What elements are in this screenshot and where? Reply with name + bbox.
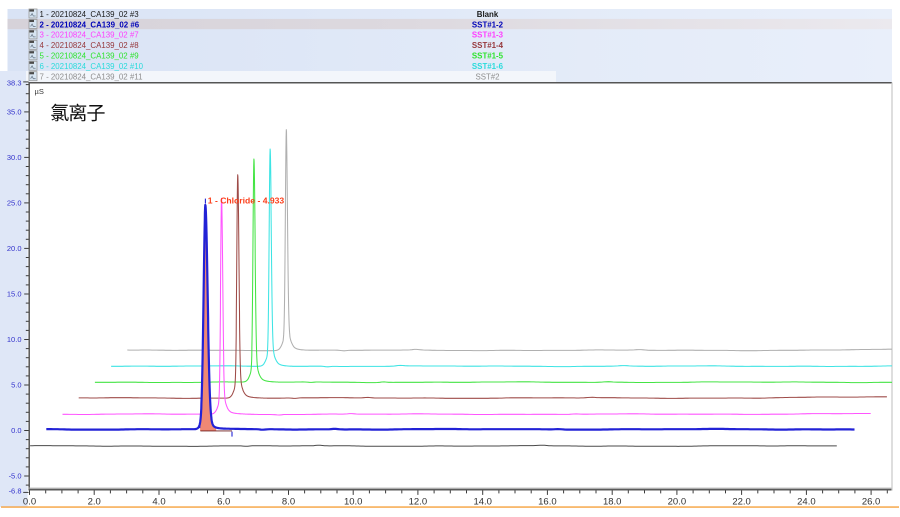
svg-text:18.0: 18.0: [603, 497, 622, 508]
svg-text:2.0: 2.0: [88, 497, 101, 508]
svg-text:7 - 20210824_CA139_02 #11: 7 - 20210824_CA139_02 #11: [40, 73, 143, 82]
svg-text:26.0: 26.0: [862, 497, 881, 508]
svg-text:SST#2: SST#2: [475, 73, 499, 82]
svg-text:SST#1-6: SST#1-6: [472, 62, 504, 71]
svg-text:12.0: 12.0: [409, 497, 428, 508]
svg-text:6 - 20210824_CA139_02 #10: 6 - 20210824_CA139_02 #10: [40, 62, 144, 71]
svg-text:SST#1-4: SST#1-4: [472, 41, 504, 50]
svg-text:10.0: 10.0: [7, 335, 22, 344]
svg-text:24.0: 24.0: [797, 497, 816, 508]
svg-text:14.0: 14.0: [473, 497, 492, 508]
svg-text:15.0: 15.0: [7, 290, 22, 299]
svg-text:4.0: 4.0: [152, 497, 165, 508]
svg-text:10.0: 10.0: [344, 497, 363, 508]
svg-text:20.0: 20.0: [668, 497, 687, 508]
svg-text:30.0: 30.0: [7, 153, 22, 162]
svg-text:35.0: 35.0: [7, 107, 22, 116]
svg-text:16.0: 16.0: [538, 497, 557, 508]
svg-text:0.0: 0.0: [11, 426, 21, 435]
svg-text:25.0: 25.0: [7, 198, 22, 207]
svg-text:5 - 20210824_CA139_02 #9: 5 - 20210824_CA139_02 #9: [40, 52, 140, 61]
svg-text:38.3: 38.3: [7, 78, 22, 87]
svg-text:8.0: 8.0: [282, 497, 295, 508]
svg-text:0.0: 0.0: [23, 497, 36, 508]
svg-text:22.0: 22.0: [732, 497, 751, 508]
svg-text:1 - 20210824_CA139_02 #3: 1 - 20210824_CA139_02 #3: [40, 10, 140, 19]
svg-text:SST#1-3: SST#1-3: [472, 31, 504, 40]
svg-text:5.0: 5.0: [11, 381, 21, 390]
svg-text:SST#1-5: SST#1-5: [472, 52, 504, 61]
svg-text:µS: µS: [35, 87, 44, 96]
svg-text:3 - 20210824_CA139_02 #7: 3 - 20210824_CA139_02 #7: [40, 31, 139, 40]
svg-text:-5.0: -5.0: [9, 472, 22, 481]
svg-text:4 - 20210824_CA139_02 #8: 4 - 20210824_CA139_02 #8: [40, 41, 140, 50]
svg-text:1 - Chloride - 4.933: 1 - Chloride - 4.933: [208, 195, 285, 205]
svg-text:2 - 20210824_CA139_02 #6: 2 - 20210824_CA139_02 #6: [40, 20, 140, 29]
svg-text:-6.8: -6.8: [9, 487, 22, 496]
svg-text:SST#1-2: SST#1-2: [472, 20, 504, 29]
svg-text:6.0: 6.0: [217, 497, 230, 508]
svg-text:Blank: Blank: [477, 10, 499, 19]
svg-text:20.0: 20.0: [7, 244, 22, 253]
